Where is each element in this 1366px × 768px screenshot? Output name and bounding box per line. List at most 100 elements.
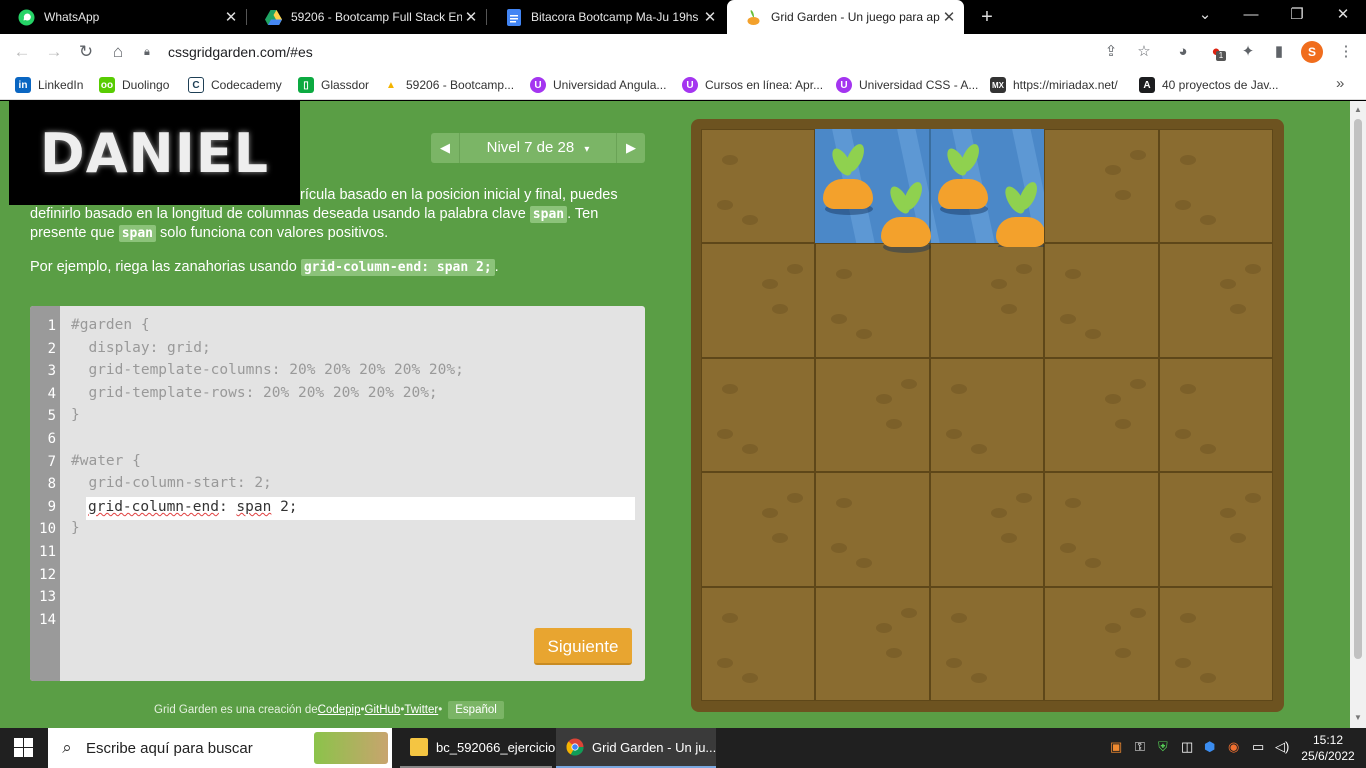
css-input-line[interactable]: grid-column-end: span 2; xyxy=(86,497,635,520)
tray-app-icon[interactable]: ⬢ xyxy=(1204,739,1215,755)
code-line: grid-template-rows: 20% 20% 20% 20% 20%; xyxy=(71,384,438,401)
soil-cell xyxy=(1158,129,1273,244)
share-icon[interactable]: ⇪ xyxy=(1100,42,1122,62)
chrome-icon xyxy=(566,738,584,756)
tray-app-icon[interactable]: ⚿ xyxy=(1135,739,1145,755)
url-text: cssgridgarden.com/#es xyxy=(168,44,313,60)
tray-app-icon[interactable]: ▣ xyxy=(1110,739,1122,755)
profile-avatar[interactable]: S xyxy=(1301,41,1323,63)
carrot-icon xyxy=(745,9,762,26)
bookmark-label: Universidad CSS - A... xyxy=(859,78,979,92)
tab-whatsapp[interactable]: WhatsApp ✕ xyxy=(0,0,246,34)
tab-title: Bitacora Bootcamp Ma-Ju 19hs - xyxy=(531,10,701,24)
address-bar[interactable]: 🔒︎ cssgridgarden.com/#es xyxy=(144,38,1164,66)
volume-icon[interactable]: ◁) xyxy=(1275,739,1289,755)
side-panel-icon[interactable]: ▮ xyxy=(1268,42,1290,62)
miriadax-icon: MX xyxy=(990,77,1006,93)
clock-date: 25/6/2022 xyxy=(1301,749,1355,763)
close-tab-icon[interactable]: ✕ xyxy=(701,8,719,26)
line-number: 13 xyxy=(39,589,56,606)
close-window-icon[interactable]: ✕ xyxy=(1320,0,1366,30)
taskbar-app-chrome[interactable]: Grid Garden - Un ju... xyxy=(556,728,716,768)
scroll-down-icon[interactable]: ▼ xyxy=(1354,713,1362,722)
network-icon[interactable]: ▭ xyxy=(1252,739,1264,755)
folder-icon xyxy=(410,738,428,756)
taskbar-clock[interactable]: 15:12 25/6/2022 xyxy=(1296,732,1360,764)
carrot xyxy=(881,177,932,253)
code-line: grid-column-start: 2; xyxy=(71,475,272,492)
forward-arrow-icon[interactable]: → xyxy=(42,40,66,64)
bookmark-glassdoor[interactable]: ▯ Glassdor xyxy=(298,76,369,94)
github-link[interactable]: GitHub xyxy=(365,704,401,716)
bookmark-label: 59206 - Bootcamp... xyxy=(406,78,515,92)
close-tab-icon[interactable]: ✕ xyxy=(222,8,240,26)
bookmark-codecademy[interactable]: C Codecademy xyxy=(188,76,282,94)
extension-red-icon[interactable]: ● 1 xyxy=(1205,42,1227,62)
bookmark-cursos-en-linea[interactable]: U Cursos en línea: Apr... xyxy=(682,76,823,94)
page-scrollbar[interactable]: ▲ ▼ xyxy=(1350,101,1366,728)
next-level-arrow-icon[interactable]: ▶ xyxy=(617,133,645,163)
codepip-link[interactable]: Codepip xyxy=(318,704,361,716)
soil-cell xyxy=(701,129,816,244)
restore-icon[interactable]: ❐ xyxy=(1274,0,1320,30)
bookmark-linkedin[interactable]: in LinkedIn xyxy=(15,76,83,94)
tab-title: Grid Garden - Un juego para apre xyxy=(771,10,940,24)
twitter-link[interactable]: Twitter xyxy=(404,704,438,716)
taskbar-app-label: bc_592066_ejercicio... xyxy=(436,739,567,755)
carrot xyxy=(995,177,1045,247)
udemy-icon: U xyxy=(682,77,698,93)
minimize-icon[interactable]: — xyxy=(1228,0,1274,30)
scrollbar-thumb[interactable] xyxy=(1354,119,1362,659)
close-tab-icon[interactable]: ✕ xyxy=(940,8,958,26)
bookmarks-overflow-icon[interactable]: » xyxy=(1336,75,1344,92)
code-line: grid-template-columns: 20% 20% 20% 20% 2… xyxy=(71,362,464,379)
close-tab-icon[interactable]: ✕ xyxy=(462,8,480,26)
instruction-line-3: presente que span solo funciona con valo… xyxy=(30,225,389,242)
next-button[interactable]: Siguiente xyxy=(534,628,632,665)
bookmark-40-proyectos[interactable]: A 40 proyectos de Jav... xyxy=(1139,76,1279,94)
language-selector[interactable]: Español xyxy=(448,701,504,719)
code-line: } xyxy=(71,407,80,424)
level-label: Nivel 7 de 28 xyxy=(486,139,575,156)
chrome-menu-icon[interactable]: ⋮ xyxy=(1335,42,1357,62)
back-arrow-icon[interactable]: ← xyxy=(10,40,34,64)
line-number: 6 xyxy=(47,431,56,447)
extensions-puzzle-icon[interactable]: ✦ xyxy=(1237,42,1259,62)
page-footer: Grid Garden es una creación de Codepip •… xyxy=(154,701,504,719)
tab-search-icon[interactable]: ⌄ xyxy=(1182,0,1228,30)
previous-level-arrow-icon[interactable]: ◀ xyxy=(431,133,459,163)
bookmark-bootcamp-drive[interactable]: ▲ 59206 - Bootcamp... xyxy=(383,76,514,94)
tab-grid-garden[interactable]: Grid Garden - Un juego para apre ✕ xyxy=(727,0,964,34)
extension-cat-icon[interactable]: ◕ xyxy=(1172,42,1194,62)
tab-bitacora-docs[interactable]: Bitacora Bootcamp Ma-Ju 19hs - ✕ xyxy=(487,0,725,34)
bookmark-miriadax[interactable]: MX https://miriadax.net/ xyxy=(990,76,1118,94)
home-icon[interactable]: ⌂ xyxy=(106,40,130,64)
soil-cell xyxy=(929,472,1045,587)
bookmark-universidad-css[interactable]: U Universidad CSS - A... xyxy=(836,76,978,94)
tray-security-icon[interactable]: ⛨ xyxy=(1158,739,1168,755)
code-line: #water { xyxy=(71,452,141,469)
extension-badge: 1 xyxy=(1216,51,1226,61)
scroll-up-icon[interactable]: ▲ xyxy=(1354,105,1362,114)
soil-cell xyxy=(815,243,930,358)
bookmark-label: Glassdor xyxy=(321,78,370,92)
taskbar-search-box[interactable]: ⌕ Escribe aquí para buscar xyxy=(48,728,392,768)
line-number: 1 xyxy=(47,318,56,334)
tab-bootcamp-drive[interactable]: 59206 - Bootcamp Full Stack Eng ✕ xyxy=(247,0,486,34)
bookmark-universidad-angular[interactable]: U Universidad Angula... xyxy=(530,76,666,94)
css-input-text[interactable]: grid-column-end: span 2; xyxy=(88,499,298,515)
taskbar-app-file-explorer[interactable]: bc_592066_ejercicio... xyxy=(400,728,566,768)
tray-app-icon[interactable]: ◫ xyxy=(1181,739,1193,755)
soil-cell xyxy=(929,357,1045,473)
line-number: 14 xyxy=(39,611,56,628)
new-tab-button[interactable]: + xyxy=(976,5,998,29)
reload-icon[interactable]: ↻ xyxy=(74,40,98,64)
bookmark-duolingo[interactable]: oo Duolingo xyxy=(99,76,169,94)
search-highlight-image xyxy=(314,732,388,764)
level-dropdown[interactable]: Nivel 7 de 28 ▾ xyxy=(459,133,617,163)
taskbar-app-label: Grid Garden - Un ju... xyxy=(592,739,717,755)
overlay-name: DANIEL xyxy=(39,121,270,185)
bookmark-star-icon[interactable]: ☆ xyxy=(1133,42,1155,62)
windows-start-icon[interactable] xyxy=(14,738,34,758)
tray-app-icon[interactable]: ◉ xyxy=(1228,739,1239,755)
